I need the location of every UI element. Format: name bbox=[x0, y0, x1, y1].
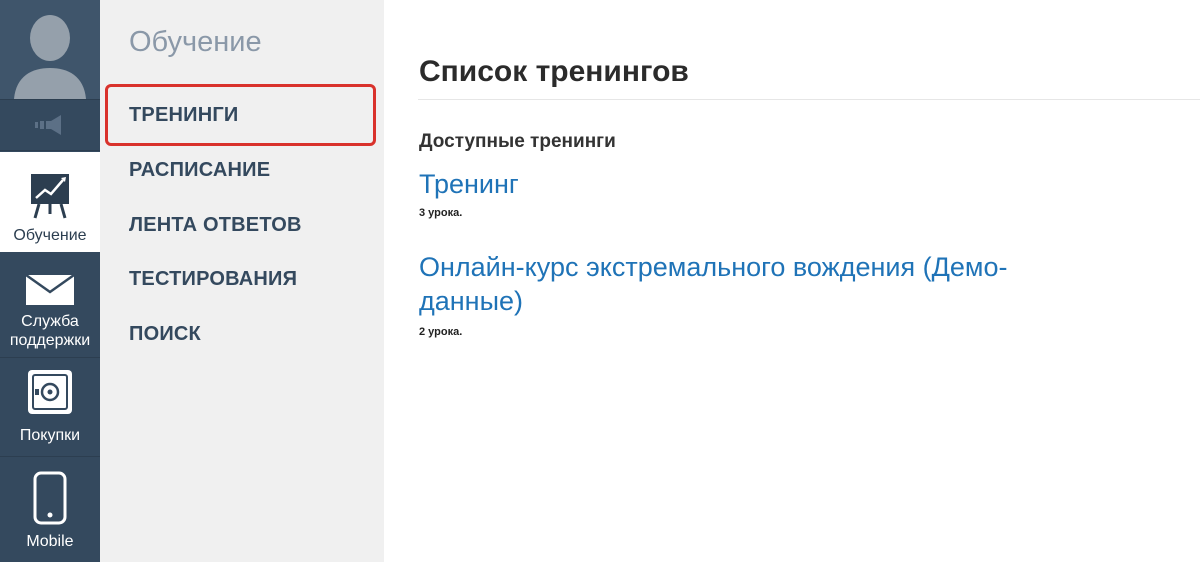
nav-link-search[interactable]: ПОИСК bbox=[129, 323, 201, 346]
rail-item-label: Покупки bbox=[19, 427, 81, 444]
rail-item-label: поддержки bbox=[9, 332, 91, 349]
rail-item-purchases[interactable]: Покупки bbox=[0, 358, 100, 456]
lesson-count: 2 урока. bbox=[419, 326, 463, 338]
section-title: Обучение bbox=[129, 26, 262, 58]
training-title-line: Онлайн-курс экстремального вождения (Дем… bbox=[419, 252, 1008, 282]
rail-item-learning[interactable]: Обучение bbox=[0, 152, 100, 252]
envelope-icon bbox=[25, 260, 75, 306]
chart-board-icon bbox=[27, 152, 73, 222]
safe-icon bbox=[26, 358, 74, 416]
sound-toggle[interactable] bbox=[0, 99, 100, 151]
user-avatar[interactable] bbox=[0, 0, 100, 99]
lesson-count: 3 урока. bbox=[419, 207, 463, 219]
avatar-silhouette-icon bbox=[0, 0, 100, 99]
speaker-icon bbox=[35, 115, 61, 135]
rail-item-label: Mobile bbox=[26, 533, 74, 550]
rail-item-label: Служба bbox=[21, 313, 79, 330]
rail-item-support[interactable]: Служба поддержки bbox=[0, 260, 100, 357]
rail-item-label: Обучение bbox=[13, 227, 87, 244]
main-content: Список тренингов Доступные тренинги Трен… bbox=[384, 0, 1200, 562]
nav-link-schedule[interactable]: РАСПИСАНИЕ bbox=[129, 159, 270, 182]
page-title: Список тренингов bbox=[419, 55, 689, 88]
phone-icon bbox=[32, 462, 68, 526]
training-link[interactable]: Онлайн-курс экстремального вождения (Дем… bbox=[419, 250, 1007, 318]
training-link[interactable]: Тренинг bbox=[419, 167, 519, 201]
rail-item-mobile[interactable]: Mobile bbox=[0, 462, 100, 562]
section-nav: Обучение ТРЕНИНГИ РАСПИСАНИЕ ЛЕНТА ОТВЕТ… bbox=[100, 0, 384, 562]
nav-link-tests[interactable]: ТЕСТИРОВАНИЯ bbox=[129, 268, 297, 291]
app-sidebar: Обучение Служба поддержки Покупки Mobile bbox=[0, 0, 100, 562]
nav-link-answers-feed[interactable]: ЛЕНТА ОТВЕТОВ bbox=[129, 214, 302, 237]
available-trainings-heading: Доступные тренинги bbox=[419, 131, 616, 152]
training-title-line: данные) bbox=[419, 286, 524, 316]
title-divider bbox=[418, 99, 1200, 100]
nav-link-trainings[interactable]: ТРЕНИНГИ bbox=[129, 104, 238, 127]
